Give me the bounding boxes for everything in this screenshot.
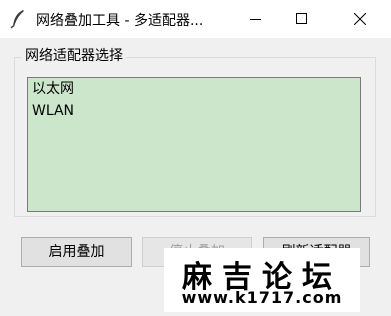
start-overlay-button[interactable]: 启用叠加 <box>21 237 132 267</box>
feather-icon <box>10 9 26 29</box>
close-button[interactable] <box>337 0 383 38</box>
watermark-url: www.k1717.com <box>181 288 343 307</box>
maximize-button[interactable] <box>279 0 325 38</box>
list-item[interactable]: WLAN <box>32 102 74 120</box>
app-window: 网络叠加工具 - 多适配器... 网络适配器选择 以太网 WLAN 启用叠加 停… <box>0 0 391 316</box>
close-icon <box>354 13 366 25</box>
maximize-icon <box>296 13 307 24</box>
minimize-icon <box>250 19 261 20</box>
list-item[interactable]: 以太网 <box>32 80 74 98</box>
window-title: 网络叠加工具 - 多适配器... <box>36 13 204 29</box>
watermark: 麻吉论坛 www.k1717.com <box>164 248 360 312</box>
adapter-group-label: 网络适配器选择 <box>22 45 126 65</box>
adapter-listbox[interactable]: 以太网 WLAN <box>27 77 361 212</box>
title-bar[interactable]: 网络叠加工具 - 多适配器... <box>0 0 391 38</box>
minimize-button[interactable] <box>233 0 279 38</box>
